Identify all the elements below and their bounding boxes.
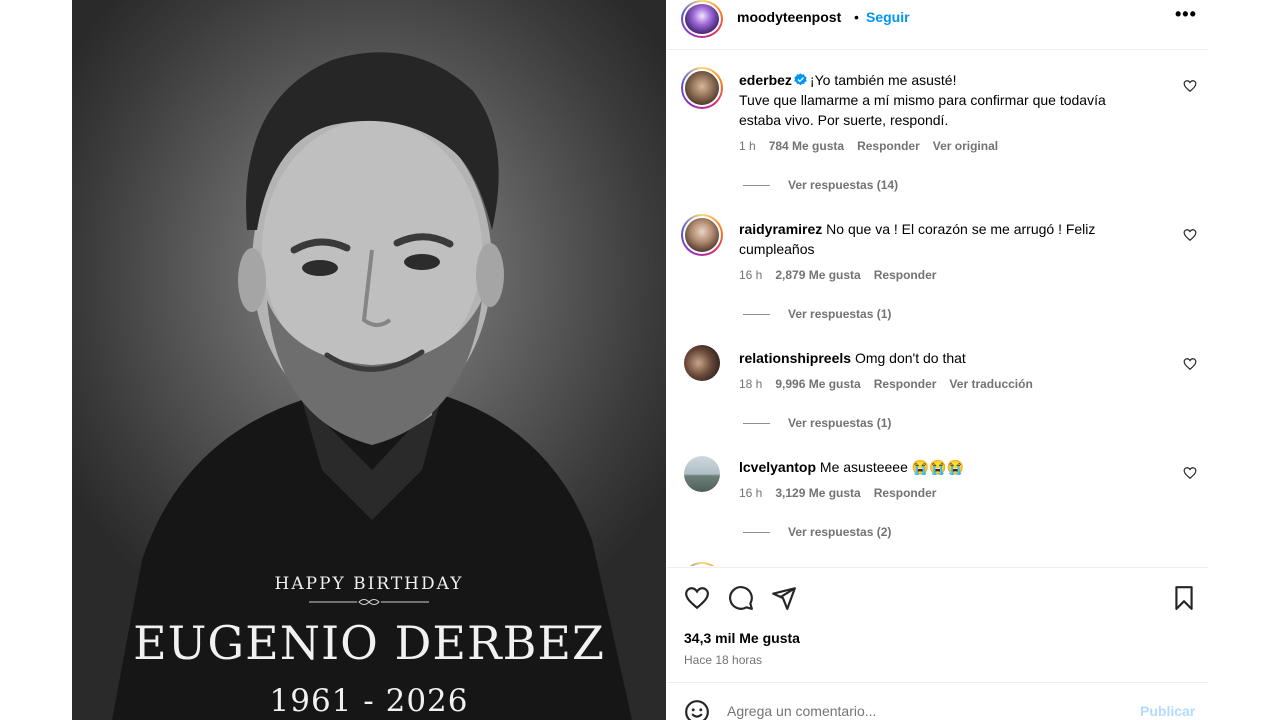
comment-username[interactable]: lcvelyantop: [739, 459, 816, 475]
portrait-illustration: [112, 52, 632, 720]
commenter-avatar[interactable]: [681, 67, 723, 109]
post-header: moodyteenpost • Seguir •••: [667, 0, 1208, 50]
view-replies-label: Ver respuestas (1): [788, 307, 892, 321]
comment-text: lcvelyantop Me asusteeee 😭😭😭: [739, 457, 1139, 477]
reply-button[interactable]: Responder: [874, 486, 937, 500]
verified-badge-icon: [794, 73, 807, 86]
header-separator: •: [854, 9, 859, 25]
comment-like-heart-icon[interactable]: [1183, 466, 1197, 480]
comment-meta: 16 h 3,129 Me gusta Responder: [739, 486, 949, 500]
see-original-link[interactable]: Ver original: [933, 139, 998, 153]
view-replies-label: Ver respuestas (2): [788, 525, 892, 539]
comment-like-heart-icon[interactable]: [1183, 228, 1197, 242]
author-avatar[interactable]: [681, 0, 723, 38]
comments-list: ederbez ¡Yo también me asusté! Tuve que l…: [667, 51, 1208, 566]
comment-time: 1 h: [739, 139, 756, 153]
replies-divider: [743, 185, 770, 187]
view-replies-button[interactable]: Ver respuestas (2): [743, 525, 891, 539]
view-replies-button[interactable]: Ver respuestas (1): [743, 307, 891, 321]
commenter-avatar[interactable]: [681, 562, 723, 566]
comment-bubble-icon[interactable]: [728, 585, 754, 611]
comment-time: 16 h: [739, 486, 763, 500]
view-replies-button[interactable]: Ver respuestas (1): [743, 416, 891, 430]
comment-likes[interactable]: 9,996 Me gusta: [775, 377, 860, 391]
save-bookmark-icon[interactable]: [1171, 585, 1197, 611]
replies-divider: [743, 423, 770, 425]
comment-text: relationshipreels Omg don't do that: [739, 348, 1139, 368]
comment-likes[interactable]: 2,879 Me gusta: [775, 268, 860, 282]
ornament-divider: [309, 599, 429, 605]
comment-meta: 18 h 9,996 Me gusta Responder Ver traducció…: [739, 377, 1046, 391]
author-username[interactable]: moodyteenpost: [737, 9, 841, 25]
comment-username[interactable]: raidyramirez: [739, 221, 822, 237]
replies-divider: [743, 314, 770, 316]
comment-body-first: ¡Yo también me asusté!: [809, 72, 957, 88]
comment-text: ederbez ¡Yo también me asusté! Tuve que l…: [739, 70, 1139, 130]
see-translation-link[interactable]: Ver traducción: [949, 377, 1032, 391]
comment-time: 16 h: [739, 268, 763, 282]
post-image[interactable]: HAPPY BIRTHDAY EUGENIO DERBEZ 1961 - 202…: [72, 0, 666, 720]
reply-button[interactable]: Responder: [857, 139, 920, 153]
commenter-avatar[interactable]: [684, 456, 720, 492]
comment-body-rest: Tuve que llamarme a mí mismo para confir…: [739, 92, 1106, 128]
view-replies-label: Ver respuestas (14): [788, 178, 899, 192]
replies-divider: [743, 532, 770, 534]
comment-meta: 16 h 2,879 Me gusta Responder: [739, 268, 949, 282]
post-actions: 34,3 mil Me gusta Hace 18 horas: [667, 567, 1208, 677]
share-send-icon[interactable]: [771, 585, 797, 611]
follow-button[interactable]: Seguir: [866, 9, 910, 25]
comment-username[interactable]: relationshipreels: [739, 350, 851, 366]
emoji-picker-icon[interactable]: [684, 699, 710, 720]
comment-likes[interactable]: 784 Me gusta: [769, 139, 844, 153]
commenter-avatar[interactable]: [681, 214, 723, 256]
instagram-post-view: HAPPY BIRTHDAY EUGENIO DERBEZ 1961 - 202…: [0, 0, 1280, 720]
caption-happy-birthday: HAPPY BIRTHDAY: [274, 574, 464, 594]
reply-button[interactable]: Responder: [874, 377, 937, 391]
caption-name: EUGENIO DERBEZ: [133, 616, 605, 670]
caption-years: 1961 - 2026: [269, 683, 469, 719]
like-heart-icon[interactable]: [684, 585, 710, 611]
comment-time: 18 h: [739, 377, 763, 391]
view-replies-button[interactable]: Ver respuestas (14): [743, 178, 898, 192]
post-sidebar: moodyteenpost • Seguir ••• ederbez ¡Yo ta…: [667, 0, 1208, 720]
post-timestamp: Hace 18 horas: [684, 653, 763, 667]
post-likes-count[interactable]: 34,3 mil Me gusta: [684, 630, 800, 646]
comment-like-heart-icon[interactable]: [1183, 79, 1197, 93]
commenter-avatar[interactable]: [684, 345, 720, 381]
comment-meta: 1 h 784 Me gusta Responder Ver original: [739, 139, 1011, 153]
view-replies-label: Ver respuestas (1): [788, 416, 892, 430]
publish-comment-button[interactable]: Publicar: [1140, 703, 1195, 719]
more-horizontal-icon[interactable]: •••: [1175, 4, 1197, 25]
comment-text: raidyramirez No que va ! El corazón se m…: [739, 219, 1139, 259]
comment-username[interactable]: ederbez: [739, 72, 792, 88]
comment-body: Omg don't do that: [854, 350, 966, 366]
comment-likes[interactable]: 3,129 Me gusta: [775, 486, 860, 500]
reply-button[interactable]: Responder: [874, 268, 937, 282]
add-comment-input[interactable]: [727, 703, 1027, 719]
comment-like-heart-icon[interactable]: [1183, 357, 1197, 371]
add-comment-bar: Publicar: [667, 682, 1208, 720]
comment-body: Me asusteeee 😭😭😭: [819, 459, 965, 475]
